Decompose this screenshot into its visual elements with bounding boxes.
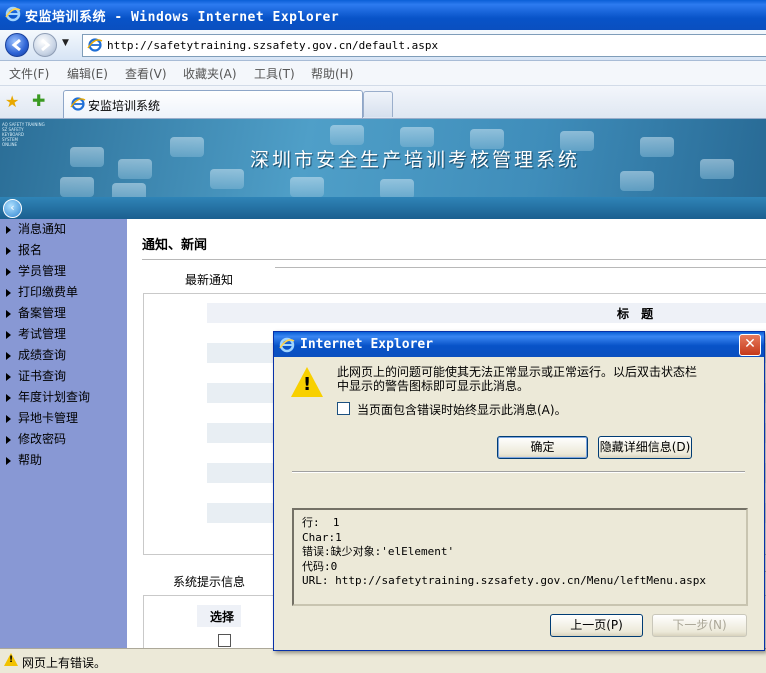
page-title: 通知、新闻 xyxy=(142,238,208,253)
error-dialog: Internet Explorer ✕ ! 此网页上的问题可能使其无法正常显示或… xyxy=(273,331,765,651)
dialog-message: 此网页上的问题可能使其无法正常显示或正常运行。以后双击状态栏中显示的警告图标即可… xyxy=(337,365,698,393)
forward-button[interactable] xyxy=(33,33,57,57)
triangle-right-icon xyxy=(6,351,11,360)
ie-icon xyxy=(5,6,21,22)
history-dropdown[interactable]: ▼ xyxy=(62,38,69,48)
warning-icon: ! xyxy=(291,367,323,397)
warning-icon[interactable]: ! xyxy=(4,653,18,666)
menu-tools[interactable]: 工具(T) xyxy=(254,65,295,82)
select-label: 选择 xyxy=(210,610,235,624)
system-info-label: 系统提示信息 xyxy=(173,575,246,589)
favorites-star-icon[interactable]: ★ xyxy=(5,92,19,111)
ok-button[interactable]: 确定 xyxy=(497,436,588,459)
keyboard-key xyxy=(70,147,104,167)
sidebar-item-help[interactable]: 帮助 xyxy=(6,451,42,468)
tab-bar: ★ ✚ 安监培训系统 xyxy=(0,86,766,119)
ie-icon xyxy=(87,38,103,52)
triangle-right-icon xyxy=(6,414,11,423)
sidebar-item-annual-plan[interactable]: 年度计划查询 xyxy=(6,388,90,405)
banner-subbar: ‹ xyxy=(0,197,766,219)
sidebar-item-payment[interactable]: 打印缴费单 xyxy=(6,283,78,300)
divider xyxy=(275,267,766,268)
tab-label: 安监培训系统 xyxy=(88,99,161,113)
ie-icon xyxy=(70,97,86,111)
close-button[interactable]: ✕ xyxy=(739,334,761,356)
menu-view[interactable]: 查看(V) xyxy=(125,65,167,82)
close-icon: ✕ xyxy=(744,336,756,352)
menu-edit[interactable]: 编辑(E) xyxy=(67,65,108,82)
triangle-right-icon xyxy=(6,225,11,234)
triangle-right-icon xyxy=(6,435,11,444)
keyboard-key xyxy=(210,169,244,189)
error-details-box: 行: 1 Char:1 错误:缺少对象:'elElement' 代码:0 URL: ht… xyxy=(292,508,748,606)
url-text: http://safetytraining.szsafety.gov.cn/de… xyxy=(107,39,439,52)
next-button[interactable]: 下一步(N) xyxy=(652,614,747,637)
keyboard-key xyxy=(118,159,152,179)
dialog-titlebar[interactable]: Internet Explorer ✕ xyxy=(274,332,764,357)
keyboard-key xyxy=(700,159,734,179)
always-show-label[interactable]: 当页面包含错误时始终显示此消息(A)。 xyxy=(357,401,567,418)
keyboard-key xyxy=(290,177,324,197)
keyboard-key xyxy=(112,183,146,197)
menu-help[interactable]: 帮助(H) xyxy=(311,65,353,82)
divider xyxy=(142,259,766,260)
error-details-text: 行: 1 Char:1 错误:缺少对象:'elElement' 代码:0 URL: ht… xyxy=(302,516,706,587)
always-show-checkbox[interactable] xyxy=(337,402,350,415)
previous-button[interactable]: 上一页(P) xyxy=(550,614,643,637)
keyboard-key xyxy=(400,127,434,147)
url-input[interactable]: http://safetytraining.szsafety.gov.cn/de… xyxy=(82,34,766,57)
divider xyxy=(292,471,745,473)
dialog-title: Internet Explorer xyxy=(300,337,434,352)
notice-table-header xyxy=(207,303,766,323)
menu-file[interactable]: 文件(F) xyxy=(9,65,49,82)
status-text: 网页上有错误。 xyxy=(22,656,107,670)
add-favorite-icon[interactable]: ✚ xyxy=(32,91,45,110)
sidebar-item-password[interactable]: 修改密码 xyxy=(6,430,66,447)
column-title: 标 题 xyxy=(617,307,658,321)
tab-active[interactable]: 安监培训系统 xyxy=(63,90,363,118)
keyboard-key xyxy=(330,125,364,145)
triangle-right-icon xyxy=(6,267,11,276)
keyboard-key xyxy=(640,137,674,157)
sidebar-item-exams[interactable]: 考试管理 xyxy=(6,325,66,342)
new-tab-button[interactable] xyxy=(363,91,393,117)
window-title: 安监培训系统 - Windows Internet Explorer xyxy=(25,10,340,25)
latest-notice-label: 最新通知 xyxy=(185,273,234,287)
collapse-icon[interactable]: ‹ xyxy=(3,199,22,218)
forward-arrow-icon xyxy=(41,38,51,52)
sidebar-item-remote-card[interactable]: 异地卡管理 xyxy=(6,409,78,426)
sidebar-item-records[interactable]: 备案管理 xyxy=(6,304,66,321)
sidebar-item-students[interactable]: 学员管理 xyxy=(6,262,66,279)
sidebar-item-certificates[interactable]: 证书查询 xyxy=(6,367,66,384)
triangle-right-icon xyxy=(6,246,11,255)
triangle-right-icon xyxy=(6,288,11,297)
ie-icon xyxy=(279,337,295,353)
keyboard-key xyxy=(380,179,414,197)
banner-small-text: AQ SAFETY TRAINING SZ SAFETY KEYBOARD SYSTE… xyxy=(2,122,45,147)
sidebar-item-scores[interactable]: 成绩查询 xyxy=(6,346,66,363)
keyboard-key xyxy=(170,137,204,157)
row-select-checkbox[interactable] xyxy=(218,634,231,647)
address-bar: ▼ http://safetytraining.szsafety.gov.cn/… xyxy=(0,30,766,61)
site-title: 深圳市安全生产培训考核管理系统 xyxy=(250,149,581,171)
back-button[interactable] xyxy=(5,33,29,57)
keyboard-key xyxy=(60,177,94,197)
menu-bar: 文件(F) 编辑(E) 查看(V) 收藏夹(A) 工具(T) 帮助(H) xyxy=(0,61,766,86)
sidebar-item-signup[interactable]: 报名 xyxy=(6,241,42,258)
sidebar: 消息通知 报名 学员管理 打印缴费单 备案管理 考试管理 成绩查询 证书查询 年… xyxy=(0,219,127,648)
site-banner: AQ SAFETY TRAINING SZ SAFETY KEYBOARD SYSTE… xyxy=(0,119,766,197)
window-titlebar: 安监培训系统 - Windows Internet Explorer xyxy=(0,0,766,30)
status-bar: ! 网页上有错误。 xyxy=(0,648,766,673)
back-arrow-icon xyxy=(11,38,21,52)
hide-details-button[interactable]: 隐藏详细信息(D) xyxy=(598,436,692,459)
menu-favorites[interactable]: 收藏夹(A) xyxy=(183,65,237,82)
triangle-right-icon xyxy=(6,309,11,318)
sidebar-item-notice[interactable]: 消息通知 xyxy=(6,220,66,237)
triangle-right-icon xyxy=(6,393,11,402)
keyboard-key xyxy=(620,171,654,191)
triangle-right-icon xyxy=(6,330,11,339)
triangle-right-icon xyxy=(6,372,11,381)
triangle-right-icon xyxy=(6,456,11,465)
